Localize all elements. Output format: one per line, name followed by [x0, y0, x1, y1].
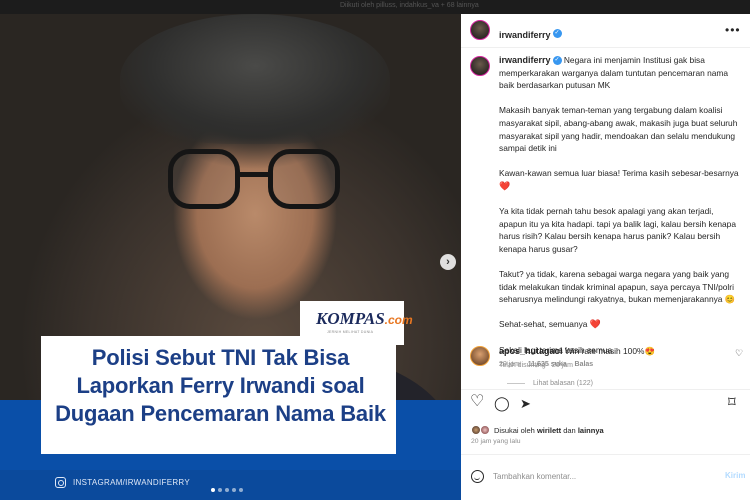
post-header: irwandiferry ✓ ••• — [461, 14, 750, 48]
post-media[interactable]: KOMPAS.com JERNIH MELIHAT DUNIA Polisi S… — [0, 14, 461, 500]
view-replies-label[interactable]: Lihat balasan (122) — [533, 380, 593, 387]
carousel-dots — [211, 488, 243, 492]
comment-input[interactable] — [493, 468, 693, 484]
caption-paragraph-4: Ya kita tidak pernah tahu besok apalagi … — [499, 206, 736, 254]
photo-credit: INSTAGRAM/IRWANDIFERRY — [55, 477, 190, 488]
caption-paragraph-1: irwandiferry ✓ Negara ini menjamin Instit… — [499, 55, 729, 91]
comment-icon[interactable]: ◯ — [494, 396, 510, 410]
verified-badge-icon: ✓ — [552, 29, 562, 39]
caption-paragraph-5: Takut? ya tidak, karena sebagai warga ne… — [499, 269, 736, 305]
author-username[interactable]: irwandiferry — [499, 30, 551, 40]
comment-time: 20 jam — [499, 361, 521, 368]
posted-ago: 20 jam yang lalu — [471, 438, 521, 445]
author-avatar[interactable] — [470, 20, 490, 40]
caption-paragraph-2: Makasih banyak teman-teman yang tergabun… — [499, 105, 738, 154]
more-options-icon[interactable]: ••• — [725, 23, 741, 37]
caption-paragraph-3: Kawan-kawan semua luar biasa! Terima kas… — [499, 168, 739, 191]
app-root: Diikuti oleh pilluss, indahkus_va + 68 l… — [0, 0, 750, 500]
commenter-username[interactable]: apos_hutagaol — [499, 346, 563, 356]
share-icon[interactable]: ➤ — [520, 397, 531, 411]
author-name-wrap: irwandiferry ✓ — [499, 25, 562, 43]
red-heart-icon: ❤️ — [499, 180, 511, 191]
save-icon[interactable]: ⌑ — [728, 395, 736, 410]
kompas-logo-main: KOMPAS.com — [316, 309, 413, 328]
chevron-right-icon: › — [446, 256, 450, 268]
comment-likes[interactable]: 11,635 suka — [528, 361, 567, 368]
photo-glasses-left — [168, 149, 240, 209]
kompas-logo-tagline: JERNIH MELIHAT DUNIA — [327, 330, 374, 334]
liked-by-others[interactable]: lainnya — [578, 426, 604, 435]
instagram-icon — [55, 477, 66, 488]
post-panel: irwandiferry ✓ ••• irwandiferry ✓ Negara i… — [461, 14, 750, 500]
photo-hair — [120, 14, 390, 144]
view-replies[interactable]: Lihat balasan (122) — [507, 380, 593, 387]
comment-meta: 20 jam 11,635 suka Balas — [499, 361, 593, 368]
headline-line-2: Laporkan Ferry Irwandi soal — [76, 373, 365, 398]
kompas-logo-suffix: .com — [384, 313, 413, 327]
followed-by-strip: Diikuti oleh pilluss, indahkus_va + 68 l… — [0, 0, 750, 14]
emoji-icon[interactable] — [471, 470, 484, 483]
caption-paragraph-6: Sehat-sehat, semuanya ❤️ — [499, 319, 602, 330]
liker-avatar — [480, 425, 490, 435]
comment-text-wrap: apos_hutagaol Win rate masih 100%😍 — [499, 346, 655, 357]
reply-button[interactable]: Balas — [575, 361, 594, 368]
comment-text: Win rate masih 100%😍 — [564, 346, 655, 356]
headline-line-3: Dugaan Pencemaran Nama Baik — [55, 401, 386, 426]
commenter-avatar[interactable] — [470, 346, 490, 366]
caption-username[interactable]: irwandiferry — [499, 55, 551, 65]
photo-credit-text: INSTAGRAM/IRWANDIFERRY — [73, 478, 190, 487]
post-caption: irwandiferry ✓ Negara ini menjamin Instit… — [499, 54, 739, 373]
red-heart-icon: ❤️ — [589, 319, 602, 330]
photo-glasses-right — [268, 149, 340, 209]
headline-box: Polisi Sebut TNI Tak Bisa Laporkan Ferry… — [41, 336, 396, 454]
liked-by-text: Disukai oleh wirilett dan lainnya — [494, 425, 604, 435]
next-slide-button[interactable]: › — [440, 254, 456, 270]
carousel-dot — [218, 488, 222, 492]
caption-avatar[interactable] — [470, 56, 490, 76]
carousel-dot — [225, 488, 229, 492]
liked-by: Disukai oleh wirilett dan lainnya — [471, 425, 604, 435]
carousel-dot — [232, 488, 236, 492]
verified-badge-icon: ✓ — [552, 56, 562, 66]
carousel-dot — [211, 488, 215, 492]
followed-by-text: Diikuti oleh pilluss, indahkus_va + 68 l… — [340, 2, 479, 9]
post-actions: ♡ ◯ ➤ ⌑ — [461, 389, 750, 417]
add-comment-bar: Kirim — [461, 454, 750, 500]
send-comment-button[interactable]: Kirim — [725, 471, 745, 480]
comment-like-icon[interactable]: ♡ — [735, 348, 743, 359]
replies-line — [507, 383, 525, 384]
like-icon[interactable]: ♡ — [470, 394, 484, 410]
photo-glasses-bridge — [238, 172, 270, 177]
carousel-dot — [239, 488, 243, 492]
liked-by-user[interactable]: wirilett — [537, 426, 561, 435]
headline-line-1: Polisi Sebut TNI Tak Bisa — [91, 345, 350, 370]
